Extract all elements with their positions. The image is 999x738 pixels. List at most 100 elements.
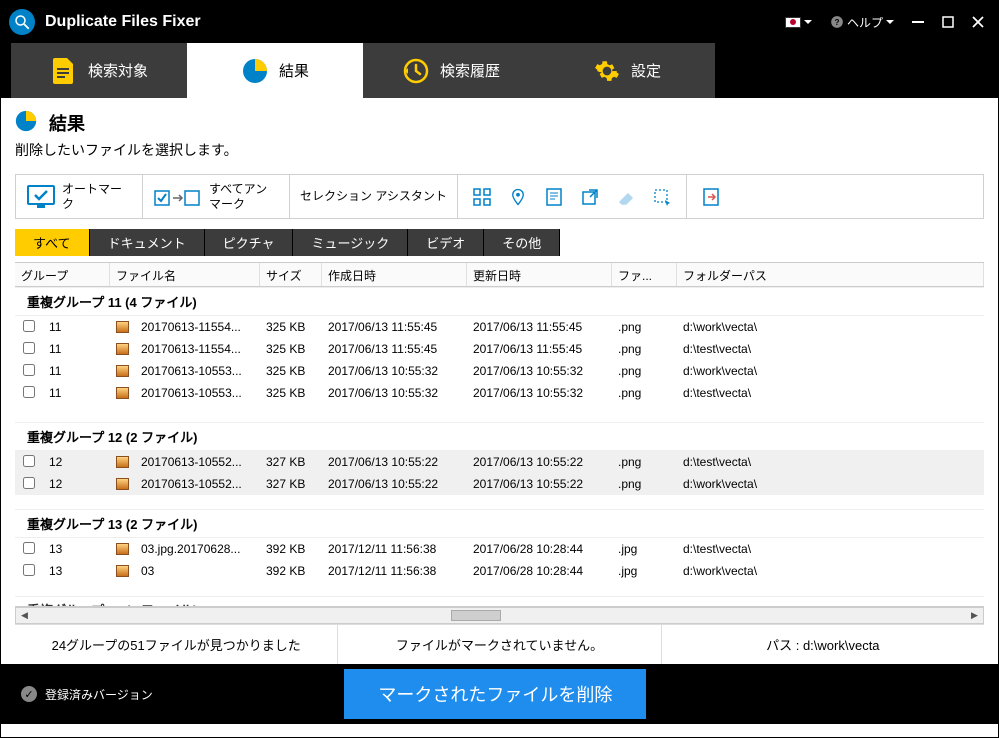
pie-chart-icon xyxy=(241,57,269,85)
automark-button[interactable]: オートマーク xyxy=(16,175,143,218)
row-checkbox[interactable] xyxy=(23,455,35,467)
table-row[interactable]: 1303.jpg.20170628...392 KB2017/12/11 11:… xyxy=(15,538,984,560)
cell-ext: .png xyxy=(612,362,677,380)
row-checkbox[interactable] xyxy=(23,320,35,332)
filter-others[interactable]: その他 xyxy=(484,229,560,256)
row-checkbox[interactable] xyxy=(23,364,35,376)
chevron-down-icon xyxy=(804,20,812,24)
history-icon xyxy=(402,57,430,85)
cell-group: 11 xyxy=(43,318,110,336)
cell-modified: 2017/06/13 10:55:32 xyxy=(467,384,612,402)
horizontal-scrollbar[interactable]: ◀ ▶ xyxy=(15,607,984,624)
file-icon xyxy=(110,341,135,357)
unmark-icon xyxy=(153,185,203,209)
filter-video[interactable]: ビデオ xyxy=(408,229,484,256)
table-row[interactable]: 1120170613-10553...325 KB2017/06/13 10:5… xyxy=(15,360,984,382)
cell-ext: .png xyxy=(612,475,677,493)
cell-filename: 20170613-10553... xyxy=(135,384,260,402)
status-found: 24グループの51ファイルが見つかりました xyxy=(15,625,338,664)
table-row[interactable]: 1303392 KB2017/12/11 11:56:382017/06/28 … xyxy=(15,560,984,582)
scroll-left-icon[interactable]: ◀ xyxy=(16,608,33,623)
table-row[interactable]: 1220170613-10552...327 KB2017/06/13 10:5… xyxy=(15,451,984,473)
cell-size: 325 KB xyxy=(260,384,322,402)
grid-view-button[interactable] xyxy=(468,183,496,211)
monitor-check-icon xyxy=(26,184,56,210)
open-external-button[interactable] xyxy=(576,183,604,211)
cell-modified: 2017/06/13 10:55:22 xyxy=(467,475,612,493)
chevron-down-icon xyxy=(886,20,894,24)
row-checkbox[interactable] xyxy=(23,386,35,398)
filter-music[interactable]: ミュージック xyxy=(293,229,408,256)
col-ext[interactable]: ファ... xyxy=(612,263,677,286)
version-info: ✓ 登録済みバージョン xyxy=(21,686,153,703)
close-button[interactable] xyxy=(966,10,990,34)
col-group[interactable]: グループ xyxy=(15,263,110,286)
cell-modified: 2017/06/13 10:55:32 xyxy=(467,362,612,380)
tab-search[interactable]: 検索対象 xyxy=(11,43,187,98)
maximize-button[interactable] xyxy=(936,10,960,34)
filter-tabs: すべて ドキュメント ピクチャ ミュージック ビデオ その他 xyxy=(15,229,984,256)
preview-button[interactable] xyxy=(540,183,568,211)
cell-group: 12 xyxy=(43,453,110,471)
cell-filename: 20170613-10552... xyxy=(135,453,260,471)
tab-results[interactable]: 結果 xyxy=(187,43,363,98)
col-filename[interactable]: ファイル名 xyxy=(110,263,260,286)
scroll-thumb[interactable] xyxy=(451,610,501,621)
cell-filename: 03 xyxy=(135,562,260,580)
table-row[interactable]: 1220170613-10552...327 KB2017/06/13 10:5… xyxy=(15,473,984,495)
app-logo xyxy=(9,9,35,35)
unmark-all-button[interactable]: すべてアンマーク xyxy=(143,175,290,218)
table-row[interactable]: 1120170613-11554...325 KB2017/06/13 11:5… xyxy=(15,338,984,360)
row-checkbox[interactable] xyxy=(23,564,35,576)
table-row[interactable]: 11 20170613-10553...325 KB 2017/06/13 10:5… xyxy=(15,382,984,404)
select-area-button[interactable] xyxy=(648,183,676,211)
col-created[interactable]: 作成日時 xyxy=(322,263,467,286)
delete-marked-button[interactable]: マークされたファイルを削除 xyxy=(344,669,646,719)
cell-filename: 20170613-10553... xyxy=(135,362,260,380)
page-title: 結果 xyxy=(49,110,85,136)
filter-pictures[interactable]: ピクチャ xyxy=(205,229,294,256)
cell-group: 11 xyxy=(43,384,110,402)
tab-label: 検索対象 xyxy=(88,60,148,81)
scroll-right-icon[interactable]: ▶ xyxy=(966,608,983,623)
cell-ext: .jpg xyxy=(612,562,677,580)
cell-ext: .png xyxy=(612,318,677,336)
col-modified[interactable]: 更新日時 xyxy=(467,263,612,286)
check-circle-icon: ✓ xyxy=(21,686,37,702)
help-menu[interactable]: ? ヘルプ xyxy=(824,10,900,35)
page-header: 結果 xyxy=(15,110,984,136)
table-body[interactable]: 重複グループ 11 (4 ファイル)1120170613-11554...325… xyxy=(15,287,984,607)
cell-size: 327 KB xyxy=(260,475,322,493)
minimize-button[interactable] xyxy=(906,10,930,34)
col-size[interactable]: サイズ xyxy=(260,263,322,286)
cell-group: 11 xyxy=(43,362,110,380)
tab-settings[interactable]: 設定 xyxy=(539,43,715,98)
group-header[interactable]: 重複グループ 12 (2 ファイル) xyxy=(15,422,984,451)
gear-icon xyxy=(593,57,621,85)
row-checkbox[interactable] xyxy=(23,477,35,489)
col-path[interactable]: フォルダーパス xyxy=(677,263,984,286)
help-label: ヘルプ xyxy=(847,14,883,31)
export-button[interactable] xyxy=(697,183,725,211)
group-header[interactable]: 重複グループ 11 (4 ファイル) xyxy=(15,287,984,316)
bottom-bar: ✓ 登録済みバージョン マークされたファイルを削除 xyxy=(1,664,998,724)
row-checkbox[interactable] xyxy=(23,542,35,554)
locate-button[interactable] xyxy=(504,183,532,211)
version-label: 登録済みバージョン xyxy=(45,686,153,703)
file-icon xyxy=(110,363,135,379)
filter-all[interactable]: すべて xyxy=(15,229,90,256)
group-header[interactable]: 重複グループ 13 (2 ファイル) xyxy=(15,509,984,538)
cell-size: 392 KB xyxy=(260,562,322,580)
table-row[interactable]: 1120170613-11554...325 KB2017/06/13 11:5… xyxy=(15,316,984,338)
eraser-button[interactable] xyxy=(612,183,640,211)
status-marked: ファイルがマークされていません。 xyxy=(338,625,661,664)
content-area: 結果 削除したいファイルを選択します。 オートマーク すべてアンマーク セレクシ… xyxy=(1,98,998,664)
cell-modified: 2017/06/13 11:55:45 xyxy=(467,318,612,336)
row-checkbox[interactable] xyxy=(23,342,35,354)
filter-documents[interactable]: ドキュメント xyxy=(90,229,205,256)
language-selector[interactable] xyxy=(779,13,818,32)
cell-created: 2017/06/13 11:55:45 xyxy=(322,318,467,336)
cell-created: 2017/06/13 11:55:45 xyxy=(322,340,467,358)
tab-history[interactable]: 検索履歴 xyxy=(363,43,539,98)
cell-path: d:\work\vecta\ xyxy=(677,475,984,493)
